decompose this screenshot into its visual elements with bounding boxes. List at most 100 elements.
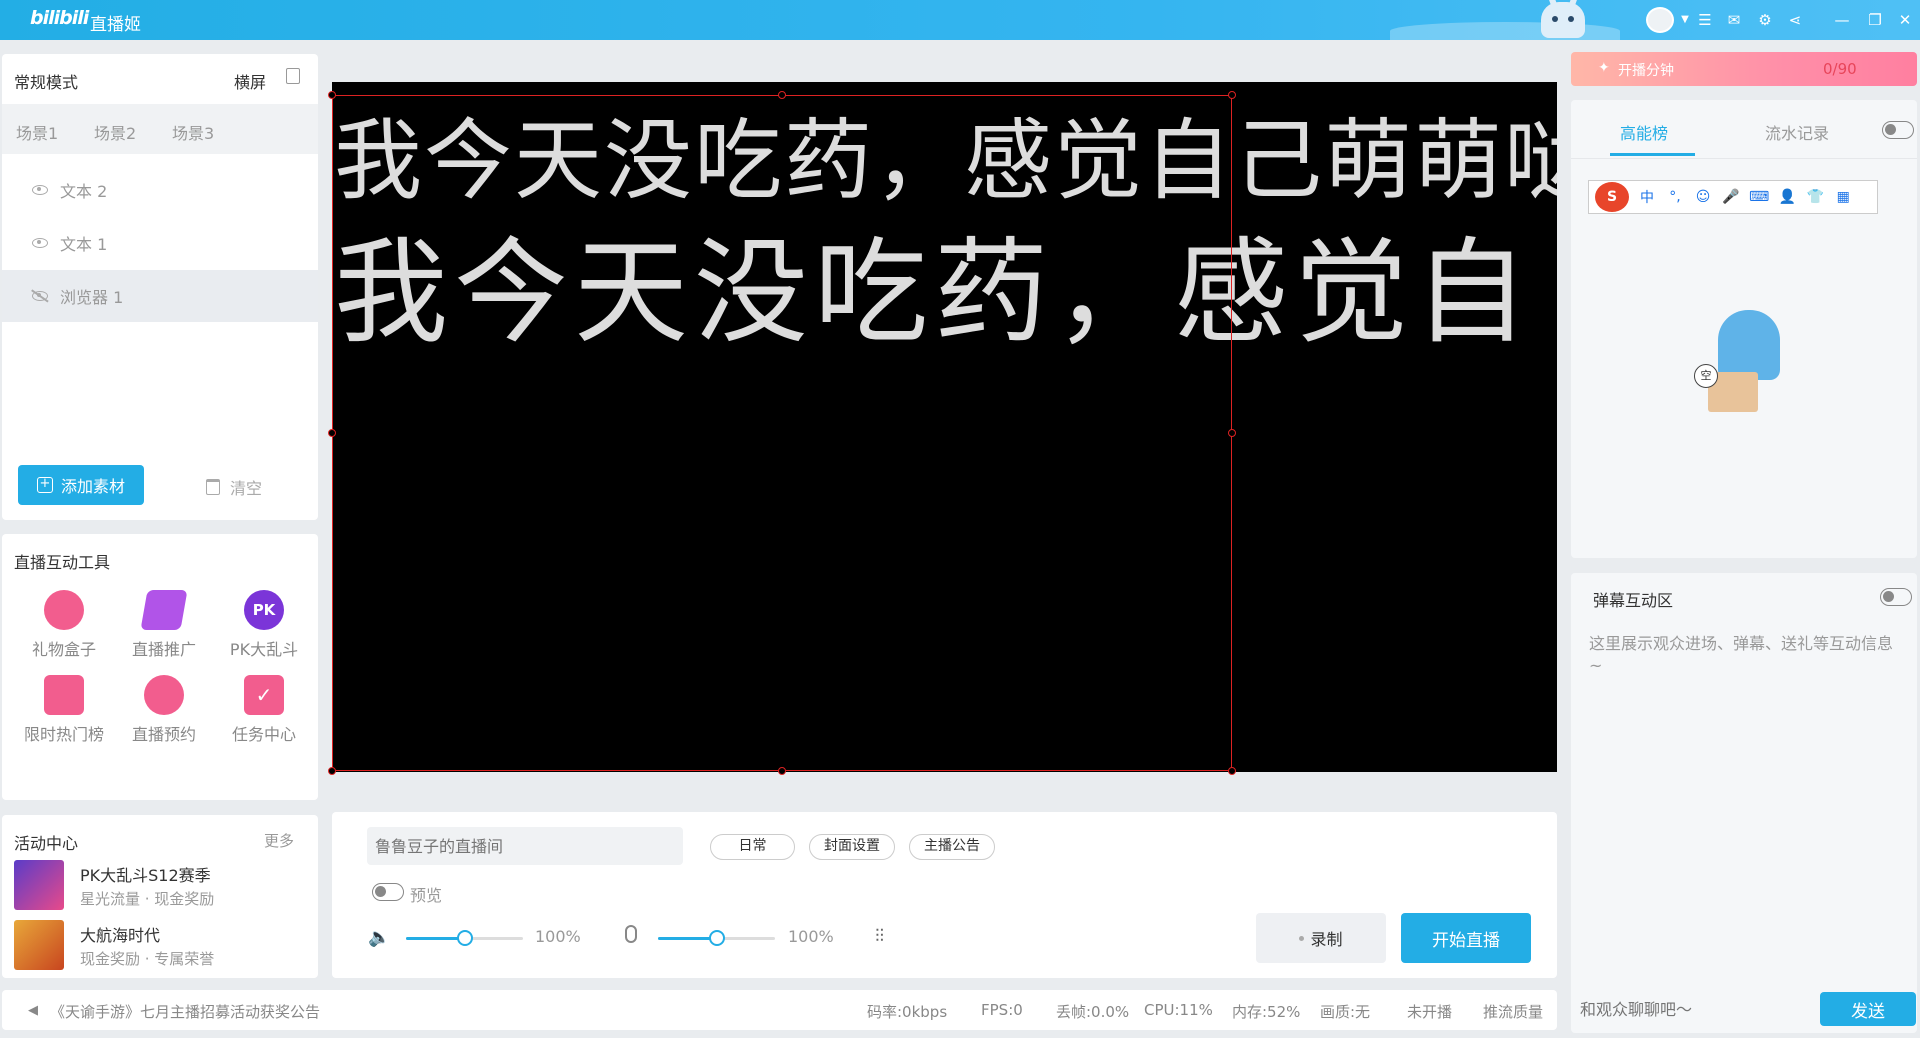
resize-handle[interactable] <box>1228 767 1236 775</box>
source-item[interactable]: 文本 2 <box>2 164 318 216</box>
speaker-volume-slider[interactable] <box>406 937 523 940</box>
announcement-button[interactable]: 主播公告 <box>909 834 995 860</box>
announcement-speaker-icon: ◀ <box>28 1003 38 1018</box>
decorative-clouds <box>1390 22 1620 40</box>
tool-gift-box[interactable]: 礼物盒子 <box>14 590 114 660</box>
resize-handle[interactable] <box>328 767 336 775</box>
push-quality-link[interactable]: 推流质量 <box>1483 1001 1543 1022</box>
activity-more-link[interactable]: 更多 <box>264 830 294 851</box>
mic-icon[interactable]: 🎤 <box>1721 189 1741 205</box>
activity-title: 活动中心 <box>14 830 78 854</box>
orientation-toggle[interactable]: 横屏 <box>234 69 266 93</box>
reservation-icon <box>144 675 184 715</box>
record-dot-icon <box>1299 936 1304 941</box>
trash-icon <box>206 479 220 495</box>
activity-item[interactable]: 大航海时代 现金奖励 · 专属荣誉 <box>14 920 314 972</box>
speaker-icon[interactable]: 🔈 <box>368 927 390 948</box>
menu-icon[interactable]: ☰ <box>1694 9 1716 31</box>
mail-icon[interactable]: ✉ <box>1723 9 1745 31</box>
unlock-icon[interactable] <box>286 68 300 84</box>
tools-title: 直播互动工具 <box>14 549 110 573</box>
avatar-dropdown-icon[interactable]: ▼ <box>1674 9 1696 31</box>
tab-flow-record[interactable]: 流水记录 <box>1765 120 1829 144</box>
mixer-icon[interactable]: ⫶⫶ <box>875 926 884 947</box>
bilibili-logo: bilibili <box>30 7 88 29</box>
resize-handle[interactable] <box>1228 91 1236 99</box>
danmaku-toggle[interactable] <box>1880 588 1912 606</box>
ranking-toggle[interactable] <box>1882 121 1914 139</box>
activity-thumbnail <box>14 920 64 970</box>
user-avatar[interactable] <box>1646 7 1674 33</box>
tool-promote[interactable]: 直播推广 <box>114 590 214 660</box>
skin-icon[interactable]: 👕 <box>1805 189 1825 205</box>
source-item[interactable]: 文本 1 <box>2 217 318 269</box>
apps-grid-icon[interactable]: ▦ <box>1833 189 1853 205</box>
mic-volume-value: 100% <box>788 927 834 946</box>
slider-knob[interactable] <box>709 930 725 946</box>
ime-toolbar[interactable]: S 中 °, ☺ 🎤 ⌨ 👤 👕 ▦ <box>1588 180 1878 214</box>
tab-scene-3[interactable]: 场景3 <box>172 120 214 144</box>
microphone-icon[interactable] <box>625 925 637 943</box>
resize-handle[interactable] <box>328 91 336 99</box>
emoji-icon[interactable]: ☺ <box>1693 189 1713 205</box>
mic-volume-slider[interactable] <box>658 937 775 940</box>
tool-task-center[interactable]: ✓ 任务中心 <box>214 675 314 745</box>
ime-lang[interactable]: 中 <box>1637 187 1657 207</box>
active-tab-underline <box>1610 153 1695 156</box>
minutes-label: 开播分钟 <box>1618 60 1674 80</box>
tab-high-energy[interactable]: 高能榜 <box>1620 120 1668 144</box>
sogou-logo-icon: S <box>1595 182 1629 212</box>
chat-input[interactable] <box>1580 992 1810 1026</box>
minimize-icon[interactable]: — <box>1831 9 1853 31</box>
tool-pk[interactable]: PK PK大乱斗 <box>214 590 314 660</box>
user-icon[interactable]: 👤 <box>1777 189 1797 205</box>
eye-icon[interactable] <box>32 185 48 195</box>
ime-punct[interactable]: °, <box>1665 189 1685 205</box>
empty-mascot-illustration <box>1718 310 1780 380</box>
eye-off-icon[interactable] <box>32 291 48 301</box>
app-name: 直播姬 <box>90 10 141 35</box>
send-button[interactable]: 发送 <box>1820 992 1916 1026</box>
cover-settings-button[interactable]: 封面设置 <box>809 834 895 860</box>
plus-icon: + <box>37 477 53 493</box>
announcement-ticker[interactable]: 《天谕手游》七月主播招募活动获奖公告 <box>50 1001 320 1022</box>
selection-box[interactable] <box>332 95 1232 771</box>
room-title-input[interactable] <box>367 827 683 865</box>
eye-icon[interactable] <box>32 238 48 248</box>
start-live-button[interactable]: 开始直播 <box>1401 913 1531 963</box>
clear-button[interactable]: 清空 <box>206 475 262 499</box>
gift-box-icon <box>44 590 84 630</box>
mascot-tv-icon[interactable] <box>1541 2 1585 38</box>
share-icon[interactable]: ⋖ <box>1784 9 1806 31</box>
slider-knob[interactable] <box>457 930 473 946</box>
resize-handle[interactable] <box>778 91 786 99</box>
resize-handle[interactable] <box>1228 429 1236 437</box>
tab-scene-2[interactable]: 场景2 <box>94 120 136 144</box>
live-state: 未开播 <box>1407 1001 1452 1022</box>
tab-scene-1[interactable]: 场景1 <box>16 120 58 144</box>
mode-label[interactable]: 常规模式 <box>14 69 78 93</box>
resize-handle[interactable] <box>778 767 786 775</box>
cpu-stat: CPU:11% <box>1144 1001 1213 1019</box>
close-icon[interactable]: ✕ <box>1894 9 1916 31</box>
activity-item[interactable]: PK大乱斗S12赛季 星光流量 · 现金奖励 <box>14 860 314 912</box>
tag-daily[interactable]: 日常 <box>710 834 795 860</box>
source-label: 文本 2 <box>60 178 107 202</box>
tools-panel <box>2 534 318 800</box>
keyboard-icon[interactable]: ⌨ <box>1749 189 1769 205</box>
restore-icon[interactable]: ❐ <box>1864 9 1886 31</box>
task-icon: ✓ <box>244 675 284 715</box>
fps-stat: FPS:0 <box>981 1001 1023 1019</box>
minutes-value: 0/90 <box>1823 60 1857 78</box>
record-button[interactable]: 录制 <box>1256 913 1386 963</box>
resize-handle[interactable] <box>328 429 336 437</box>
activity-thumbnail <box>14 860 64 910</box>
tool-hot-rank[interactable]: 限时热门榜 <box>14 675 114 745</box>
quality-stat: 画质:无 <box>1320 1001 1370 1022</box>
preview-label: 预览 <box>410 882 442 906</box>
tool-reservation[interactable]: 直播预约 <box>114 675 214 745</box>
source-item[interactable]: 浏览器 1 <box>2 270 318 322</box>
preview-toggle[interactable] <box>372 883 404 901</box>
settings-icon[interactable]: ⚙ <box>1754 9 1776 31</box>
add-source-button[interactable]: + 添加素材 <box>18 465 144 505</box>
